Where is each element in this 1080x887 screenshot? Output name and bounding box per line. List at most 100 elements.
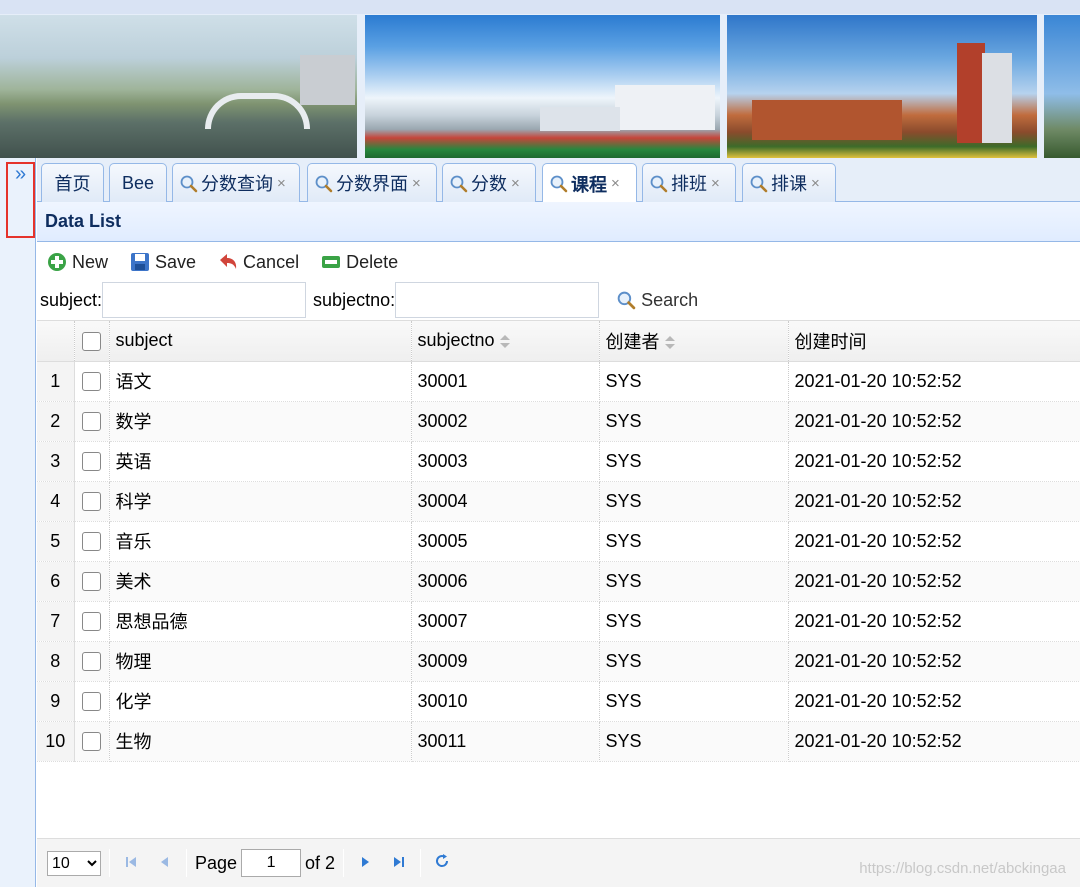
table-row[interactable]: 10 生物 30011 SYS 2021-01-20 10:52:52	[37, 721, 1080, 762]
building-shape	[540, 107, 620, 131]
bridge-shape	[205, 93, 310, 129]
cell-subjectno: 30006	[411, 561, 600, 602]
table-row[interactable]: 7 思想品德 30007 SYS 2021-01-20 10:52:52	[37, 601, 1080, 642]
banner-photo-partial	[1044, 15, 1080, 158]
table-row[interactable]: 9 化学 30010 SYS 2021-01-20 10:52:52	[37, 681, 1080, 722]
tab-score-query[interactable]: 分数查询 ×	[172, 163, 300, 202]
subjectno-input[interactable]	[395, 282, 600, 318]
table-row[interactable]: 1 语文 30001 SYS 2021-01-20 10:52:52	[37, 361, 1080, 402]
column-header-subjectno[interactable]: subjectno	[411, 321, 600, 362]
save-label: Save	[155, 251, 197, 272]
row-checkbox[interactable]	[82, 532, 101, 552]
toolbar: New Save Cancel Delete	[37, 243, 1080, 281]
row-select-cell	[74, 361, 110, 402]
cell-subject: 生物	[109, 721, 412, 762]
delete-button[interactable]: Delete	[321, 252, 398, 273]
pager-separator	[343, 849, 345, 877]
row-checkbox[interactable]	[82, 492, 101, 512]
table-row[interactable]: 6 美术 30006 SYS 2021-01-20 10:52:52	[37, 561, 1080, 602]
row-checkbox[interactable]	[82, 412, 101, 432]
tab-label: 分数查询	[201, 174, 273, 194]
panel-title: Data List	[37, 202, 1080, 242]
cell-subject: 数学	[109, 401, 412, 442]
cell-subjectno: 30011	[411, 721, 600, 762]
cell-created-time: 2021-01-20 10:52:52	[788, 721, 1080, 762]
search-button[interactable]: Search	[616, 290, 698, 311]
subjectno-label: subjectno:	[313, 289, 396, 310]
pager-separator	[186, 849, 187, 877]
cell-created-time: 2021-01-20 10:52:52	[788, 601, 1080, 642]
column-header-created-time[interactable]: 创建时间	[788, 321, 1080, 362]
column-header-subject[interactable]: subject	[109, 321, 412, 362]
row-select-cell	[74, 441, 110, 482]
row-select-cell	[74, 561, 110, 602]
row-number: 10	[37, 721, 75, 762]
cell-created-time: 2021-01-20 10:52:52	[788, 561, 1080, 602]
row-select-cell	[74, 721, 110, 762]
double-chevron-right-icon: »	[14, 163, 27, 185]
tab-label: 课程	[571, 174, 607, 195]
close-icon[interactable]: ×	[711, 175, 720, 192]
row-checkbox[interactable]	[82, 572, 101, 592]
add-icon	[47, 252, 67, 272]
column-header-creator[interactable]: 创建者	[599, 321, 789, 362]
close-icon[interactable]: ×	[611, 175, 620, 192]
tab-course-schedule[interactable]: 排课 ×	[742, 163, 836, 202]
cell-subject: 英语	[109, 441, 412, 482]
subject-input[interactable]	[102, 282, 307, 318]
row-checkbox[interactable]	[82, 692, 101, 712]
tab-home[interactable]: 首页	[41, 163, 104, 202]
table-row[interactable]: 2 数学 30002 SYS 2021-01-20 10:52:52	[37, 401, 1080, 442]
close-icon[interactable]: ×	[811, 175, 820, 192]
tab-class-schedule[interactable]: 排班 ×	[642, 163, 736, 202]
refresh-button[interactable]	[429, 850, 455, 876]
new-button[interactable]: New	[47, 252, 108, 273]
cell-creator: SYS	[599, 401, 789, 442]
search-icon	[649, 174, 668, 193]
tower-shape	[982, 53, 1012, 143]
first-page-button[interactable]	[118, 850, 144, 876]
table-row[interactable]: 3 英语 30003 SYS 2021-01-20 10:52:52	[37, 441, 1080, 482]
row-checkbox[interactable]	[82, 652, 101, 672]
search-form: subject: subjectno: Search	[37, 281, 1080, 319]
row-checkbox[interactable]	[82, 732, 101, 752]
table-row[interactable]: 4 科学 30004 SYS 2021-01-20 10:52:52	[37, 481, 1080, 522]
refresh-icon	[434, 853, 450, 874]
cell-creator: SYS	[599, 681, 789, 722]
close-icon[interactable]: ×	[277, 175, 286, 192]
table-row[interactable]: 8 物理 30009 SYS 2021-01-20 10:52:52	[37, 641, 1080, 682]
search-label: Search	[641, 289, 699, 310]
column-label: subjectno	[417, 330, 495, 351]
close-icon[interactable]: ×	[511, 175, 520, 192]
table-row[interactable]: 5 音乐 30005 SYS 2021-01-20 10:52:52	[37, 521, 1080, 562]
campus-banner	[0, 14, 1080, 158]
tab-score-ui[interactable]: 分数界面 ×	[307, 163, 437, 202]
data-table: subject subjectno 创建者 创建时间 1 语文 30001 SY…	[37, 321, 1080, 762]
last-page-icon	[392, 853, 406, 874]
cancel-button[interactable]: Cancel	[218, 252, 299, 273]
row-number: 3	[37, 441, 75, 482]
row-select-cell	[74, 641, 110, 682]
cell-subjectno: 30001	[411, 361, 600, 402]
cell-creator: SYS	[599, 441, 789, 482]
tab-course[interactable]: 课程 ×	[542, 163, 637, 203]
tab-bee[interactable]: Bee	[109, 163, 167, 202]
cell-creator: SYS	[599, 361, 789, 402]
row-checkbox[interactable]	[82, 612, 101, 632]
prev-page-button[interactable]	[152, 850, 178, 876]
close-icon[interactable]: ×	[412, 175, 421, 192]
cancel-label: Cancel	[243, 251, 300, 272]
tab-score[interactable]: 分数 ×	[442, 163, 536, 202]
select-all-cell	[74, 321, 110, 362]
select-all-checkbox[interactable]	[82, 332, 101, 351]
row-checkbox[interactable]	[82, 452, 101, 472]
search-icon	[314, 174, 333, 193]
save-button[interactable]: Save	[130, 252, 196, 273]
row-checkbox[interactable]	[82, 372, 101, 392]
tab-bar: 首页 Bee 分数查询 × 分数界面 × 分数 × 课程 × 排班 × 排课 ×	[37, 158, 1080, 203]
page-size-select[interactable]: 10	[47, 850, 101, 876]
current-page-input[interactable]	[241, 849, 302, 877]
expand-sidebar-button[interactable]: »	[6, 162, 35, 238]
next-page-button[interactable]	[352, 850, 378, 876]
last-page-button[interactable]	[386, 850, 412, 876]
